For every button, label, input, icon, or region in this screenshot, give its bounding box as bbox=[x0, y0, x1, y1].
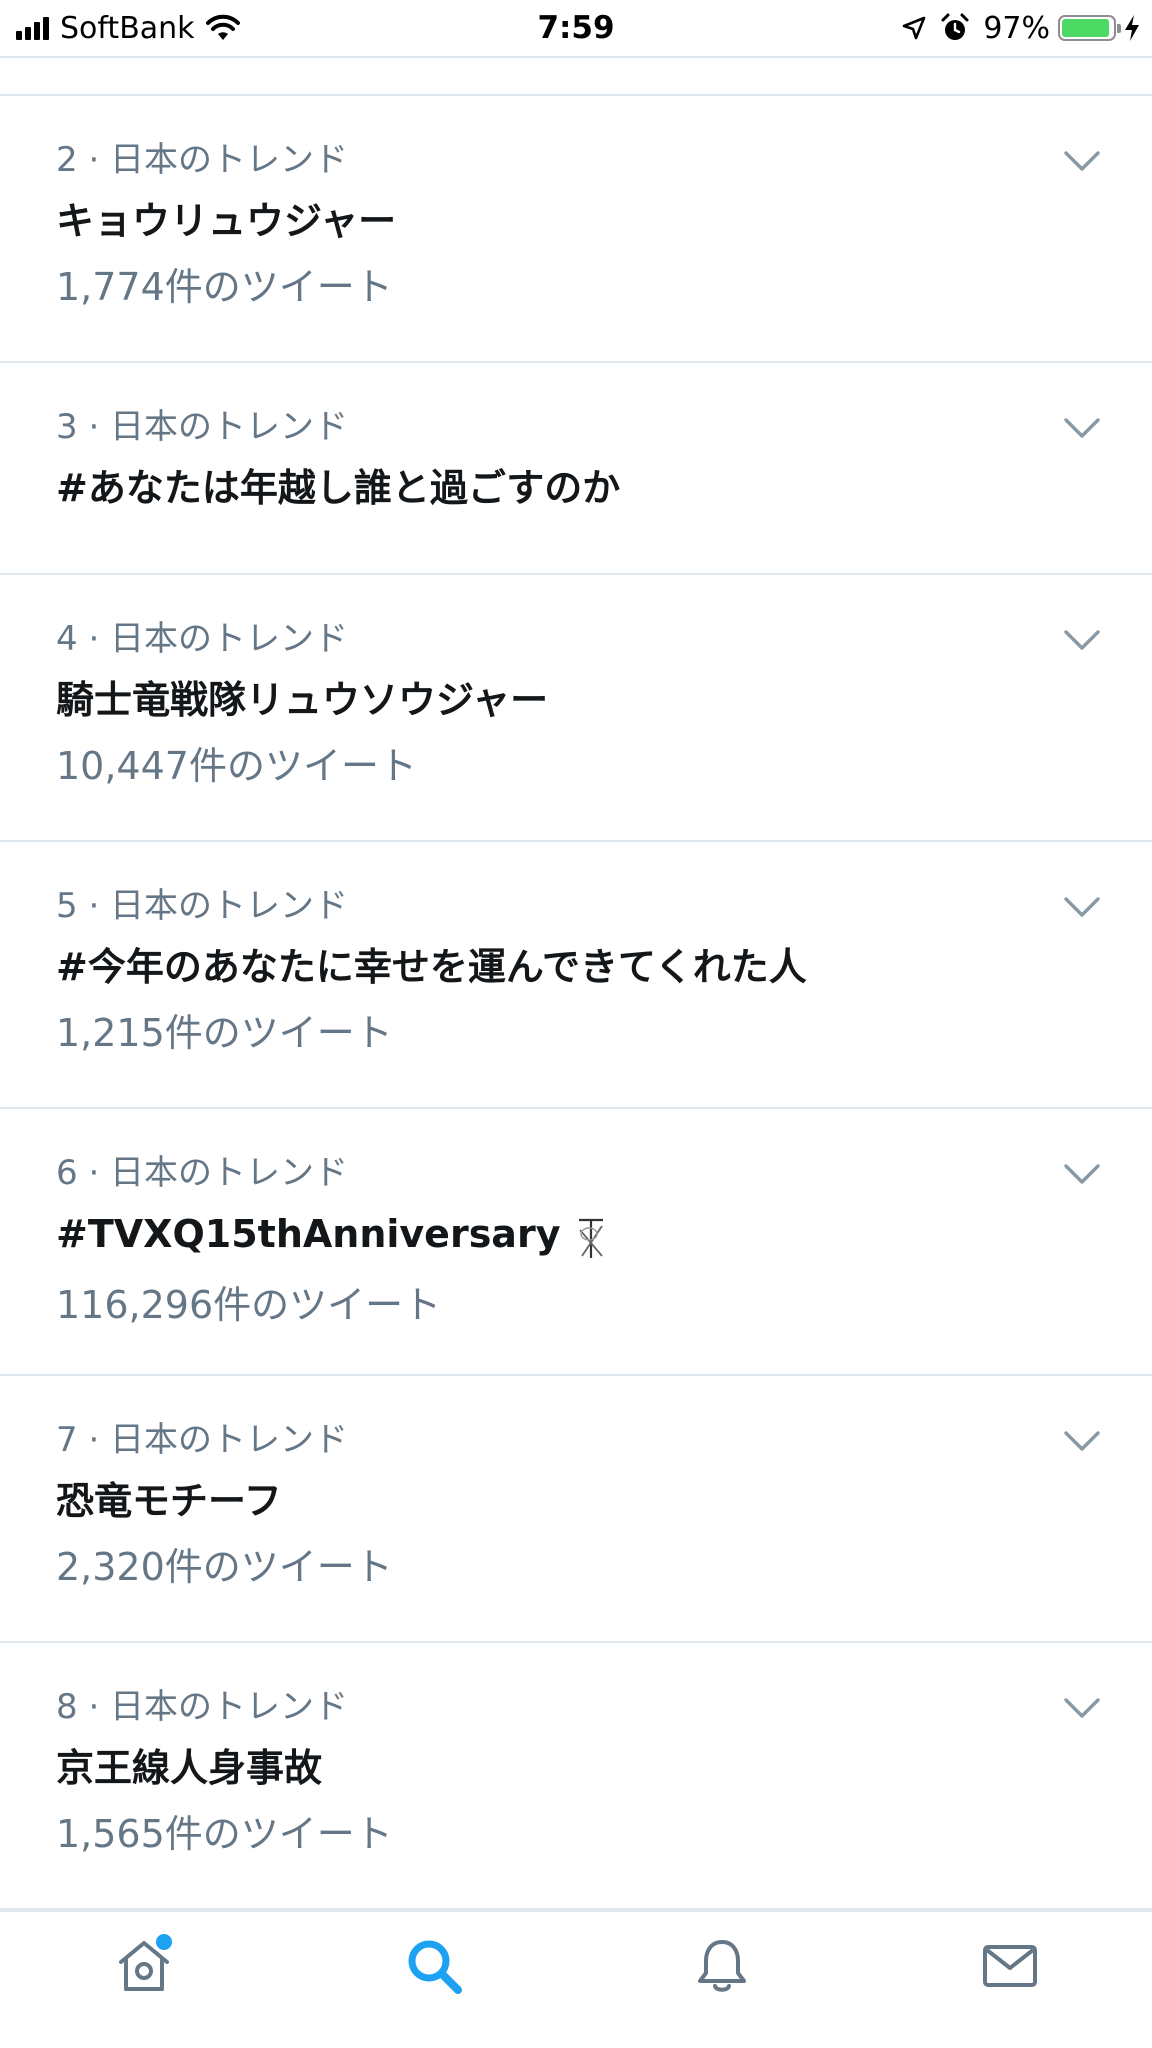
trend-name: 恐竜モチーフ bbox=[56, 1479, 282, 1523]
search-icon bbox=[408, 1940, 462, 1994]
tab-notifications[interactable] bbox=[682, 1926, 762, 2006]
trend-tweet-count: 1,774件のツイート bbox=[56, 265, 393, 309]
trend-rank-label: 6 · 日本のトレンド bbox=[56, 1153, 349, 1193]
mail-icon bbox=[983, 1945, 1037, 1987]
trend-item[interactable]: 7 · 日本のトレンド 恐竜モチーフ 2,320件のツイート bbox=[0, 1376, 1152, 1643]
trend-item[interactable]: 4 · 日本のトレンド 騎士竜戦隊リュウソウジャー 10,447件のツイート bbox=[0, 575, 1152, 842]
battery-percent: 97% bbox=[983, 10, 1050, 46]
tab-search[interactable] bbox=[394, 1926, 474, 2006]
chevron-down-icon[interactable] bbox=[1062, 1695, 1102, 1721]
chevron-down-icon[interactable] bbox=[1062, 627, 1102, 653]
trend-rank-label: 7 · 日本のトレンド bbox=[56, 1420, 349, 1460]
trend-name: 騎士竜戦隊リュウソウジャー bbox=[56, 678, 549, 722]
alarm-clock-icon bbox=[941, 13, 969, 40]
trends-list: 2 · 日本のトレンド キョウリュウジャー 1,774件のツイート 3 · 日本… bbox=[0, 96, 1152, 1910]
tvxq-hashflag-icon bbox=[579, 1218, 604, 1258]
trend-tweet-count: 2,320件のツイート bbox=[56, 1545, 393, 1589]
trend-item[interactable]: 5 · 日本のトレンド #今年のあなたに幸せを運んできてくれた人 1,215件の… bbox=[0, 842, 1152, 1109]
trend-name: キョウリュウジャー bbox=[56, 199, 397, 243]
trend-rank-label: 4 · 日本のトレンド bbox=[56, 619, 349, 659]
tab-messages[interactable] bbox=[970, 1926, 1050, 2006]
tab-home[interactable] bbox=[104, 1926, 184, 2006]
trend-tweet-count: 10,447件のツイート bbox=[56, 744, 417, 788]
bottom-tab-bar bbox=[0, 1910, 1152, 2048]
charging-bolt-icon bbox=[1125, 15, 1139, 41]
trend-name: #あなたは年越し誰と過ごすのか bbox=[56, 466, 621, 510]
chevron-down-icon[interactable] bbox=[1062, 1428, 1102, 1454]
trend-tweet-count: 116,296件のツイート bbox=[56, 1282, 442, 1327]
bell-icon bbox=[698, 1940, 746, 1992]
trend-item[interactable]: 2 · 日本のトレンド キョウリュウジャー 1,774件のツイート bbox=[0, 96, 1152, 363]
trend-rank-label: 2 · 日本のトレンド bbox=[56, 140, 349, 180]
location-arrow-icon bbox=[903, 16, 926, 40]
notification-badge bbox=[154, 1932, 174, 1952]
trend-tweet-count: 1,565件のツイート bbox=[56, 1812, 393, 1856]
trend-rank-label: 8 · 日本のトレンド bbox=[56, 1687, 349, 1727]
chevron-down-icon[interactable] bbox=[1062, 894, 1102, 920]
trend-item[interactable]: 8 · 日本のトレンド 京王線人身事故 1,565件のツイート bbox=[0, 1643, 1152, 1910]
battery-icon bbox=[1058, 15, 1121, 41]
trend-name: #今年のあなたに幸せを運んできてくれた人 bbox=[56, 945, 807, 989]
trend-rank-label: 3 · 日本のトレンド bbox=[56, 407, 349, 447]
trend-name-row: #TVXQ15thAnniversary bbox=[56, 1211, 1032, 1262]
status-right: 97% bbox=[901, 10, 1140, 46]
trend-item[interactable]: 3 · 日本のトレンド #あなたは年越し誰と過ごすのか bbox=[0, 363, 1152, 575]
chevron-down-icon[interactable] bbox=[1062, 148, 1102, 174]
trend-rank-label: 5 · 日本のトレンド bbox=[56, 886, 349, 926]
chevron-down-icon[interactable] bbox=[1062, 415, 1102, 441]
trend-name: 京王線人身事故 bbox=[56, 1746, 323, 1790]
trend-item[interactable]: 6 · 日本のトレンド #TVXQ15thAnniversary 116,296… bbox=[0, 1109, 1152, 1376]
status-bar: SoftBank 7:59 97% bbox=[0, 0, 1152, 58]
battery-level bbox=[1062, 19, 1109, 37]
trend-tweet-count: 1,215件のツイート bbox=[56, 1011, 393, 1055]
chevron-down-icon[interactable] bbox=[1062, 1161, 1102, 1187]
trend-name: #TVXQ15thAnniversary bbox=[56, 1212, 561, 1256]
